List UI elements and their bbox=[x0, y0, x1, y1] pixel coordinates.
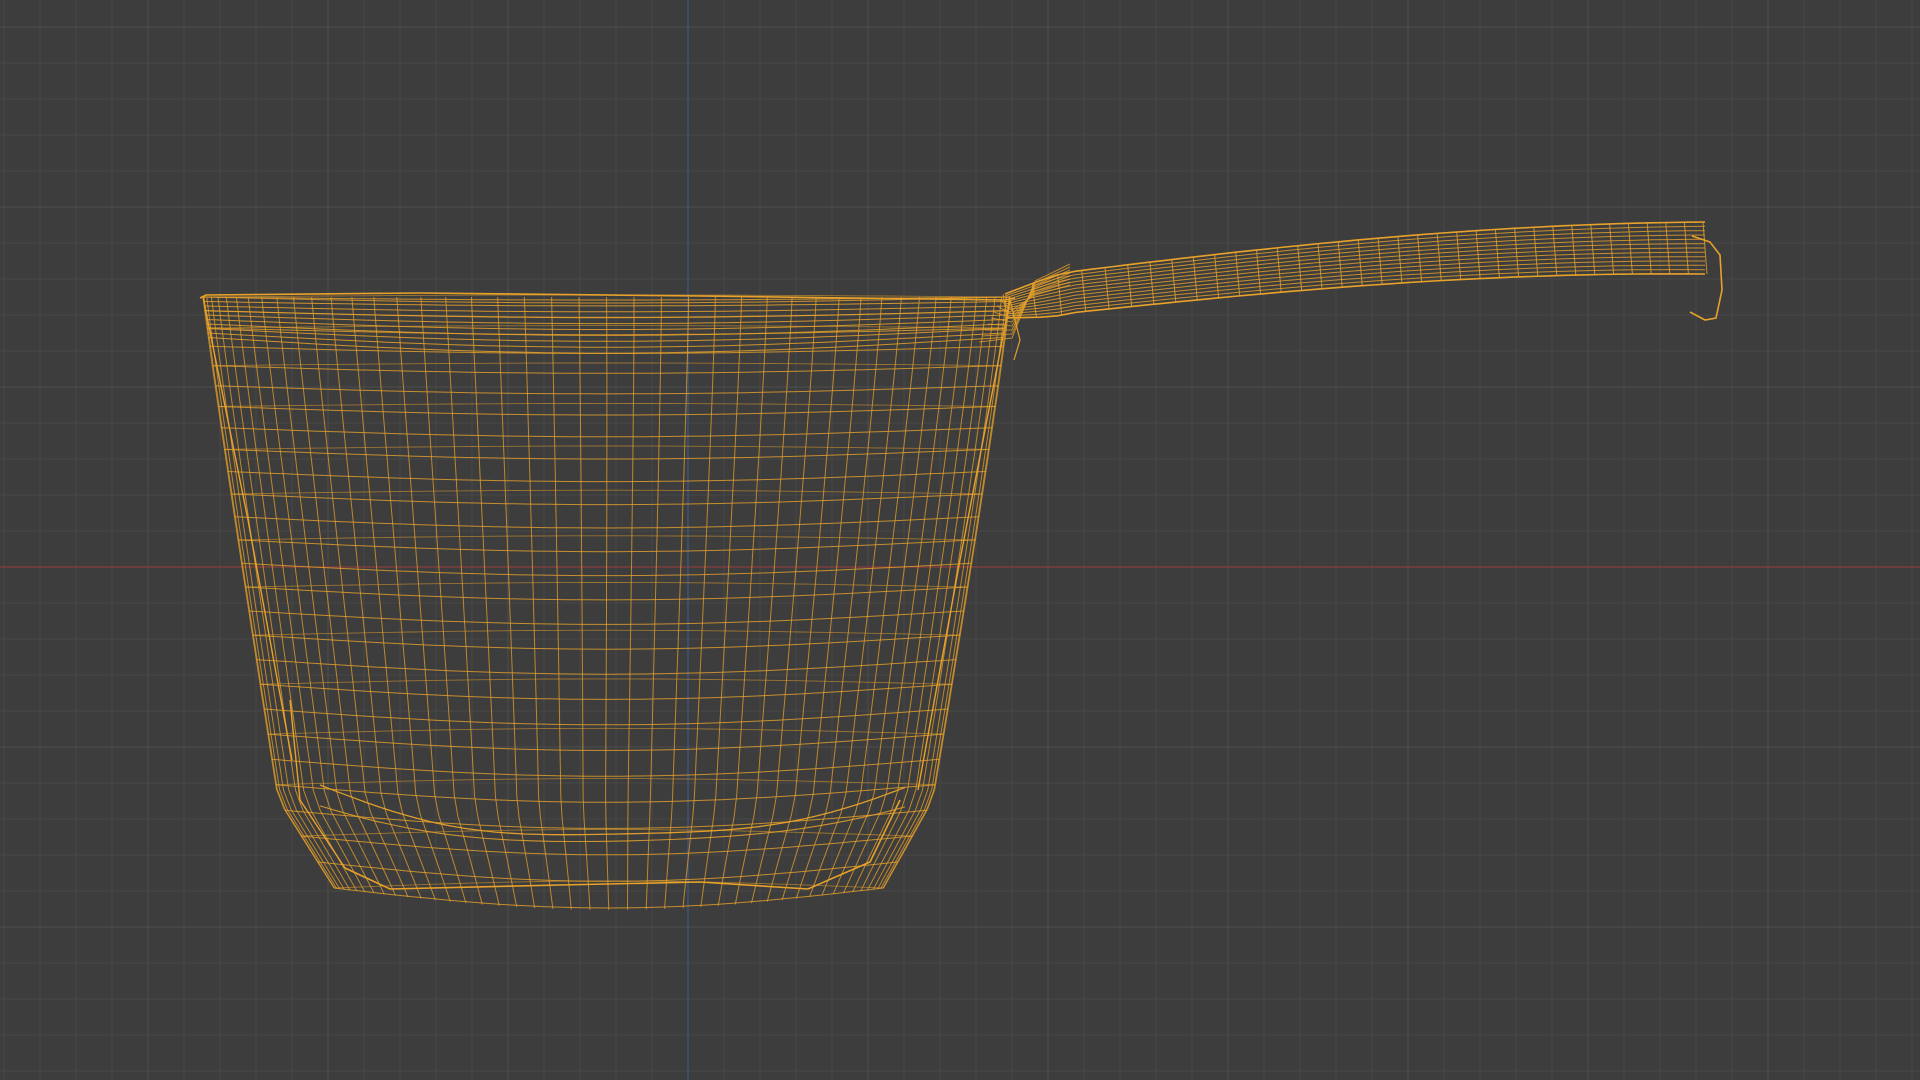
viewport-canvas[interactable] bbox=[0, 0, 1920, 1080]
3d-viewport[interactable] bbox=[0, 0, 1920, 1080]
